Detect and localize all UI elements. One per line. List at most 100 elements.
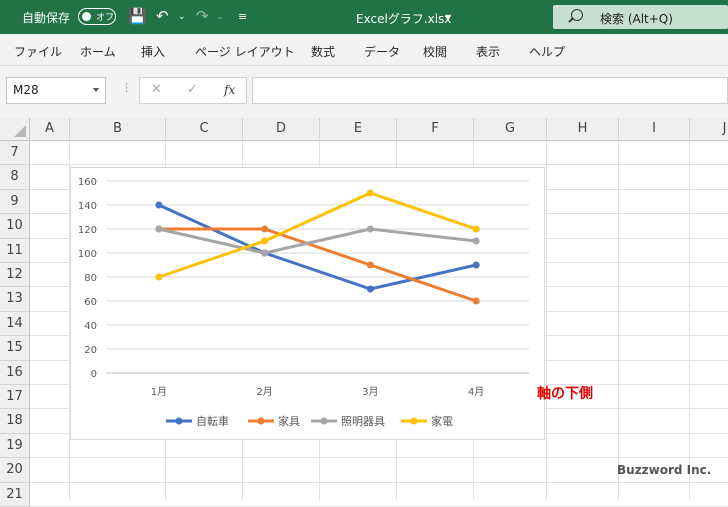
data-point — [261, 225, 269, 233]
row-header-19[interactable]: 19 — [0, 433, 30, 459]
title-bar: 自動保存 オフ 💾 ↶ ⌄ ↷ ⌄ ≡ Excelグラフ.xlsx ▼ 検索 (… — [0, 0, 728, 34]
grid-hline — [30, 457, 728, 459]
data-point — [472, 225, 480, 233]
row-header-21[interactable]: 21 — [0, 482, 30, 507]
data-point — [366, 225, 374, 233]
tab-home[interactable]: ホーム — [80, 43, 116, 60]
toggle-state: オフ — [96, 13, 115, 23]
data-point — [472, 297, 480, 305]
grid-hline — [30, 481, 728, 483]
column-header-g[interactable]: G — [474, 118, 547, 141]
tab-file[interactable]: ファイル — [14, 43, 62, 60]
formula-bar: M28 ⋮ ✕ ✓ fx — [0, 66, 728, 118]
row-header-18[interactable]: 18 — [0, 409, 30, 434]
legend-marker — [320, 417, 328, 425]
doc-dropdown-icon[interactable]: ▼ — [445, 13, 451, 22]
formula-input[interactable] — [252, 77, 728, 104]
column-header-j[interactable]: J — [690, 118, 728, 141]
tab-insert[interactable]: 挿入 — [141, 43, 165, 60]
row-header-20[interactable]: 20 — [0, 458, 30, 483]
customize-toolbar-icon[interactable]: ≡ — [238, 10, 247, 23]
grid-vline — [546, 141, 547, 500]
row-header-10[interactable]: 10 — [0, 214, 30, 239]
data-point — [261, 249, 269, 257]
column-header-c[interactable]: C — [166, 118, 243, 141]
row-header-11[interactable]: 11 — [0, 238, 30, 263]
insert-function-icon[interactable]: fx — [224, 83, 235, 97]
tab-view[interactable]: 表示 — [476, 43, 500, 60]
y-tick-label: 120 — [78, 225, 97, 236]
column-header-f[interactable]: F — [397, 118, 474, 141]
tab-formulas[interactable]: 数式 — [311, 43, 335, 60]
data-point — [155, 273, 163, 281]
name-box-value: M28 — [13, 83, 39, 97]
column-header-e[interactable]: E — [320, 118, 397, 141]
x-tick-label: 1月 — [151, 386, 167, 398]
column-header-d[interactable]: D — [243, 118, 320, 141]
line-chart[interactable]: 0 20 40 60 80 100 120 140 160 1月 2月 3月 4月 自転車 家具 照明器具 家電 — [70, 167, 545, 440]
data-point — [155, 225, 163, 233]
series-line — [158, 227, 477, 255]
autosave-toggle[interactable]: オフ — [78, 8, 116, 25]
data-point — [472, 261, 480, 269]
y-tick-label: 20 — [84, 345, 97, 356]
row-header-15[interactable]: 15 — [0, 336, 30, 361]
data-point — [472, 237, 480, 245]
tab-page-layout[interactable]: ページ レイアウト — [195, 43, 295, 60]
column-header-i[interactable]: I — [619, 118, 690, 141]
legend-marker — [257, 417, 265, 425]
name-box[interactable]: M28 — [6, 77, 106, 104]
column-header-a[interactable]: A — [30, 118, 70, 141]
legend-marker — [410, 417, 418, 425]
toggle-knob — [82, 12, 91, 21]
data-point — [366, 261, 374, 269]
enter-icon[interactable]: ✓ — [187, 82, 198, 97]
tab-data[interactable]: データ — [364, 43, 400, 60]
y-tick-label: 0 — [91, 369, 97, 380]
more-options-icon[interactable]: ⋮ — [121, 81, 132, 94]
y-tick-label: 60 — [84, 297, 97, 308]
x-tick-label: 3月 — [362, 386, 378, 398]
row-header-12[interactable]: 12 — [0, 263, 30, 288]
tab-help[interactable]: ヘルプ — [529, 43, 565, 60]
column-header-h[interactable]: H — [547, 118, 619, 141]
row-header-17[interactable]: 17 — [0, 385, 30, 410]
data-point — [366, 285, 374, 293]
data-point — [366, 189, 374, 197]
legend-label: 家電 — [431, 414, 453, 428]
document-title[interactable]: Excelグラフ.xlsx — [356, 10, 451, 27]
legend-label: 自転車 — [196, 414, 229, 428]
search-placeholder: 検索 (Alt+Q) — [600, 12, 673, 26]
row-header-8[interactable]: 8 — [0, 165, 30, 190]
row-header-7[interactable]: 7 — [0, 141, 30, 166]
autosave-label: 自動保存 — [22, 11, 71, 25]
undo-dropdown-icon[interactable]: ⌄ — [178, 12, 186, 22]
x-tick-label: 4月 — [468, 386, 484, 398]
select-all-corner[interactable] — [0, 118, 30, 141]
row-header-16[interactable]: 16 — [0, 360, 30, 385]
redo-icon[interactable]: ↷ — [196, 7, 209, 25]
y-tick-label: 100 — [78, 249, 97, 260]
grid-hline — [30, 164, 728, 166]
cancel-icon[interactable]: ✕ — [151, 82, 162, 97]
watermark: Buzzword Inc. — [617, 463, 712, 477]
name-box-dropdown-icon[interactable] — [93, 88, 99, 92]
legend-marker — [175, 417, 183, 425]
grid-vline — [618, 141, 619, 500]
search-box[interactable]: 検索 (Alt+Q) — [553, 5, 728, 29]
formula-buttons: ✕ ✓ fx — [139, 77, 247, 104]
search-icon — [571, 9, 583, 21]
redo-dropdown-icon[interactable]: ⌄ — [216, 12, 224, 22]
y-tick-label: 140 — [78, 201, 97, 212]
save-icon[interactable]: 💾 — [128, 7, 147, 25]
row-header-13[interactable]: 13 — [0, 287, 30, 312]
data-point — [155, 201, 163, 209]
column-header-b[interactable]: B — [70, 118, 166, 141]
legend-label: 照明器具 — [341, 415, 385, 428]
axis-annotation: 軸の下側 — [537, 386, 593, 402]
row-header-14[interactable]: 14 — [0, 311, 30, 337]
legend-label: 家具 — [278, 414, 300, 428]
undo-icon[interactable]: ↶ — [156, 7, 169, 25]
tab-review[interactable]: 校閲 — [423, 43, 447, 60]
row-header-9[interactable]: 9 — [0, 189, 30, 215]
